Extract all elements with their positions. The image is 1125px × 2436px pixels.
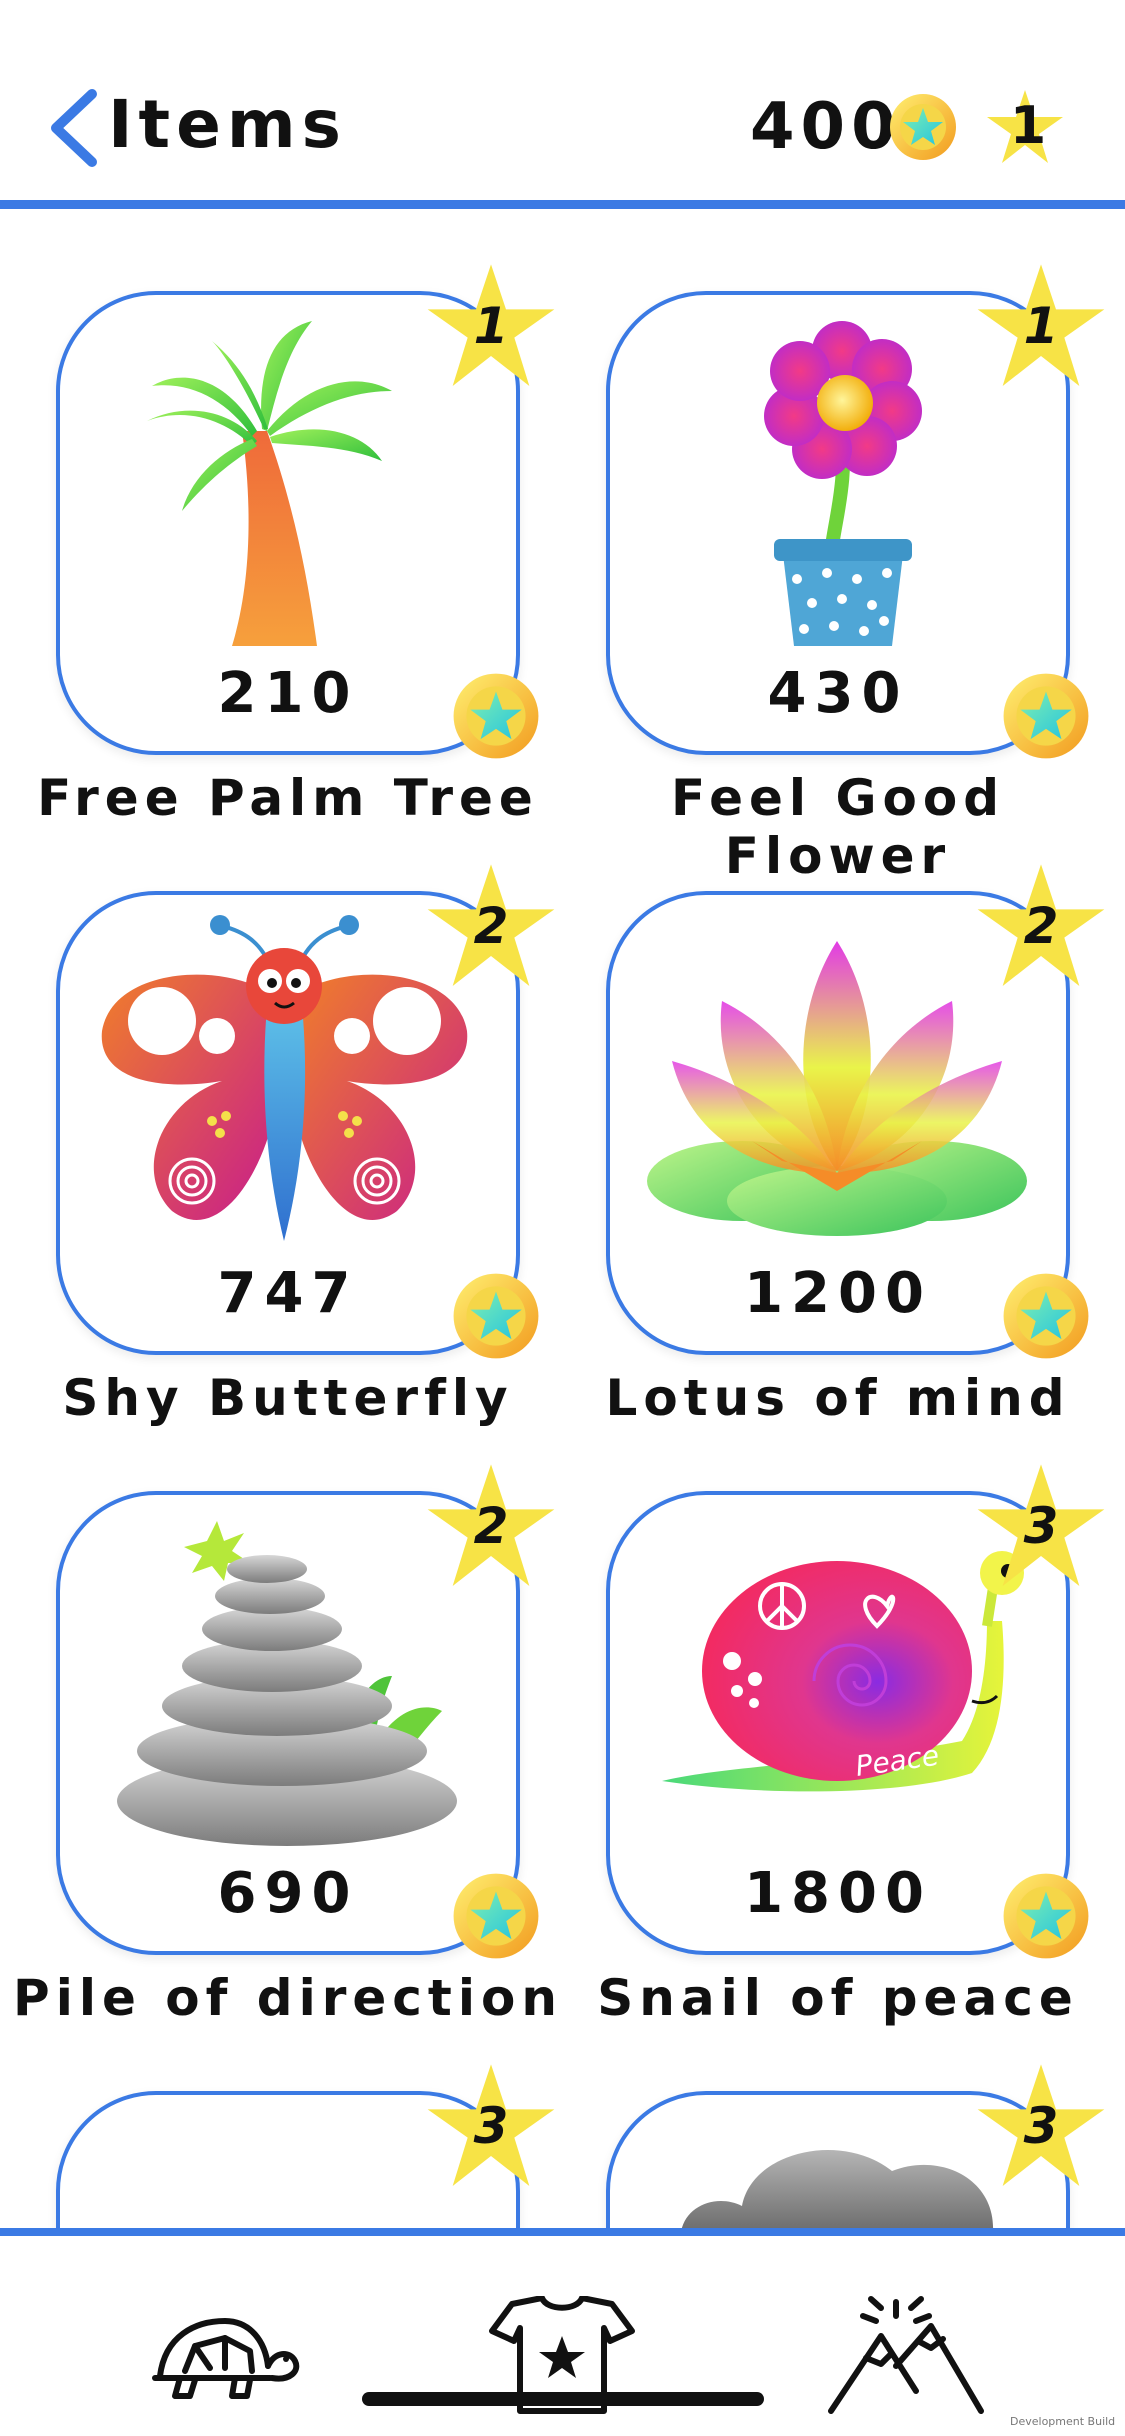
coin-balance: 400 <box>750 90 902 164</box>
build-label: Development Build <box>1010 2415 1116 2428</box>
stone-pile-icon <box>117 1521 457 1846</box>
item-level: 3 <box>473 2097 509 2155</box>
coin-icon <box>1003 1873 1089 1959</box>
tab-bar <box>0 2236 1125 2436</box>
item-level: 2 <box>473 897 509 955</box>
turtle-icon[interactable] <box>140 2296 300 2416</box>
coin-icon <box>1003 673 1089 759</box>
palm-tree-icon <box>147 321 392 646</box>
item-level: 3 <box>1023 2097 1059 2155</box>
coin-icon <box>890 94 956 160</box>
star-balance: 1 <box>1010 96 1047 156</box>
page-title: Items <box>108 86 347 163</box>
item-card[interactable]: 747 2 <box>56 864 555 1359</box>
coin-icon <box>453 1273 539 1359</box>
item-card[interactable]: 3 <box>56 2064 555 2231</box>
item-level: 1 <box>473 297 509 355</box>
coin-icon <box>453 1873 539 1959</box>
top-bar: Items 400 1 <box>0 0 1125 208</box>
item-card[interactable]: 1200 2 <box>606 864 1105 1359</box>
item-name: Lotus of mind <box>605 1369 1071 1427</box>
coin-icon <box>453 673 539 759</box>
item-card[interactable]: 3 <box>606 2064 1105 2231</box>
item-name: Pile of direction <box>13 1969 563 2027</box>
back-chevron-icon[interactable] <box>46 88 106 168</box>
header-divider <box>0 200 1125 209</box>
item-level: 2 <box>473 1497 509 1555</box>
flower-pot-icon <box>764 321 922 646</box>
lotus-icon <box>647 941 1027 1236</box>
cloud-icon <box>681 2150 994 2231</box>
item-name: Snail of peace <box>597 1969 1079 2027</box>
items-grid: 210 1 Free Palm Tree 430 1 Feel Good Flo… <box>0 209 1125 2231</box>
butterfly-icon <box>101 915 468 1241</box>
item-level: 2 <box>1023 897 1059 955</box>
tabbar-divider <box>0 2228 1125 2236</box>
snail-icon: Peace <box>662 1551 1024 1792</box>
item-card[interactable]: 690 2 <box>56 1464 555 1959</box>
mountain-sun-icon[interactable] <box>826 2296 986 2416</box>
item-name: Free Palm Tree <box>37 769 539 827</box>
home-indicator <box>362 2392 764 2406</box>
item-level: 1 <box>1023 297 1059 355</box>
item-card[interactable]: 210 1 <box>56 264 555 759</box>
item-card[interactable]: 430 1 <box>606 264 1105 759</box>
item-card[interactable]: Peace 1800 3 <box>606 1464 1105 1959</box>
item-level: 3 <box>1023 1497 1059 1555</box>
item-name: Shy Butterfly <box>62 1369 514 1427</box>
coin-icon <box>1003 1273 1089 1359</box>
